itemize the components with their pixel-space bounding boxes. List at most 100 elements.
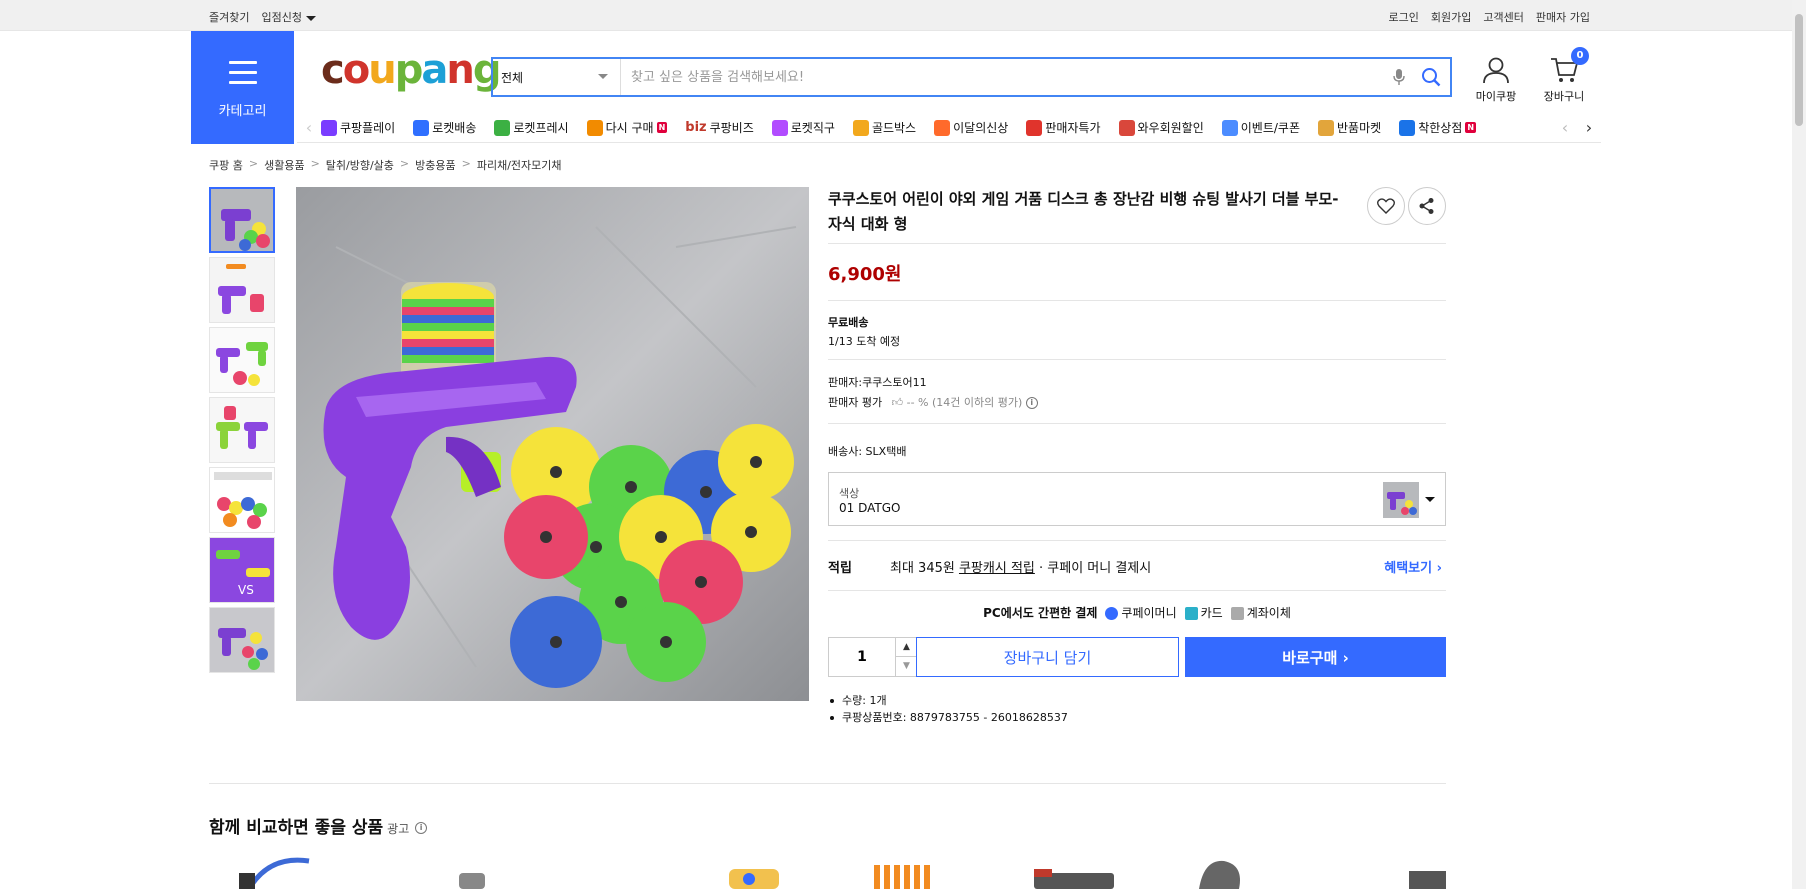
breadcrumb: 쿠팡 홈 > 생활용품 > 탈취/방향/살충 > 방충용품 > 파리채/전자모기채	[209, 157, 562, 173]
shortcut-label: 이달의신상	[953, 121, 1009, 135]
shortcut-nav: ‹ 쿠팡플레이 로켓배송 로켓프레시 다시 구매 Nbiz 쿠팡비즈 로켓직구 골드박스 이달의…	[297, 113, 1601, 143]
chevron-down-icon	[598, 74, 608, 79]
product-thumbnail[interactable]	[209, 467, 275, 533]
wishlist-button[interactable]	[1367, 187, 1405, 225]
coupang-logo[interactable]: coupang	[321, 50, 501, 90]
quantity-input[interactable]	[829, 638, 895, 676]
product-thumbnail[interactable]	[209, 327, 275, 393]
shortcut-rocket[interactable]: 로켓배송	[413, 119, 476, 136]
shortcut-seller-deal[interactable]: 판매자특가	[1026, 119, 1101, 136]
chevron-left-icon[interactable]: ‹	[297, 118, 321, 137]
new-badge: N	[656, 122, 668, 133]
coupang-cash-link[interactable]: 쿠팡캐시 적립	[959, 561, 1035, 576]
signup-link[interactable]: 회원가입	[1431, 9, 1471, 25]
user-icon	[1483, 57, 1509, 84]
top-right-links: 로그인 회원가입 고객센터 판매자 가입	[1389, 9, 1590, 25]
option-value: 01 DATGO	[839, 501, 901, 515]
microphone-icon[interactable]	[1386, 68, 1412, 86]
shortcut-label: 쿠팡비즈	[709, 121, 754, 135]
chevron-right-icon[interactable]: ›	[1577, 118, 1601, 137]
search-input[interactable]	[621, 59, 1386, 95]
shortcut-label: 반품마켓	[1337, 121, 1382, 135]
shortcut-global-rocket[interactable]: 로켓직구	[771, 119, 835, 136]
bank-icon	[1230, 607, 1244, 620]
quantity-down-icon[interactable]: ▼	[896, 657, 917, 676]
category-label: 카테고리	[218, 104, 267, 119]
chevron-down-icon	[1425, 497, 1435, 502]
svg-text:VS: VS	[238, 583, 254, 597]
seller-apply-label: 입점신청	[261, 11, 302, 24]
pay-method-label: 계좌이체	[1246, 606, 1291, 620]
search-scope-select[interactable]: 전체	[493, 59, 621, 95]
mypage-button[interactable]: 마이쿠팡	[1470, 55, 1522, 104]
return-market-icon	[1318, 119, 1335, 136]
shortcut-return-market[interactable]: 반품마켓	[1318, 119, 1381, 136]
benefit-more-link[interactable]: 혜택보기 ›	[1384, 557, 1442, 576]
breadcrumb-home[interactable]: 쿠팡 홈	[209, 157, 243, 173]
shortcut-play[interactable]: 쿠팡플레이	[321, 119, 395, 136]
customer-center-link[interactable]: 고객센터	[1483, 9, 1523, 25]
seller-rating-value: -- % (14건 이하의 평가)	[906, 396, 1023, 409]
product-thumbnail[interactable]: VS	[209, 537, 275, 603]
new-arrival-icon	[934, 119, 951, 136]
breadcrumb-item[interactable]: 방충용품	[415, 157, 455, 173]
shortcut-new-arrival[interactable]: 이달의신상	[934, 119, 1008, 136]
breadcrumb-item[interactable]: 생활용품	[264, 157, 304, 173]
shortcut-label: 골드박스	[871, 121, 917, 135]
shortcut-label: 착한상점	[1418, 121, 1463, 135]
pay-method-bank: 계좌이체	[1230, 604, 1291, 621]
share-button[interactable]	[1408, 187, 1446, 225]
shortcut-wow[interactable]: 와우회원할인	[1118, 119, 1204, 136]
rocket-icon	[413, 119, 430, 136]
seller-name[interactable]: 판매자:쿠쿠스토어11	[828, 374, 927, 390]
detail-quantity: 수량: 1개	[828, 692, 1068, 709]
shortcut-good-store[interactable]: 착한상점 N	[1399, 119, 1477, 136]
page-scrollbar[interactable]	[1792, 0, 1806, 889]
shortcut-biz[interactable]: biz 쿠팡비즈	[685, 119, 754, 136]
thumbnail-list: VS	[209, 187, 275, 677]
caret-down-icon	[305, 15, 316, 21]
scrollbar-thumb[interactable]	[1795, 14, 1803, 126]
compare-title: 함께 비교하면 좋을 상품	[209, 818, 384, 838]
quantity-spinner: ▲ ▼	[895, 638, 917, 676]
cart-button[interactable]: 장바구니 0	[1538, 47, 1590, 104]
product-thumbnail[interactable]	[209, 607, 275, 673]
breadcrumb-item[interactable]: 탈취/방향/살충	[326, 157, 394, 173]
add-to-cart-button[interactable]: 장바구니 담기	[916, 637, 1179, 677]
product-thumbnail[interactable]	[209, 187, 275, 253]
good-store-icon	[1399, 119, 1416, 136]
product-thumbnail[interactable]	[209, 257, 275, 323]
chevron-left-icon[interactable]: ‹	[1553, 118, 1577, 137]
related-products-strip	[209, 855, 1446, 889]
card-icon	[1184, 607, 1198, 620]
product-main-image[interactable]	[296, 187, 809, 701]
shortcut-repurchase[interactable]: 다시 구매 N	[586, 119, 668, 136]
pay-method-card: 카드	[1184, 604, 1223, 621]
color-option-select[interactable]: 색상 01 DATGO	[828, 472, 1446, 526]
goldbox-icon	[852, 119, 869, 136]
biz-icon: biz	[685, 120, 707, 135]
top-left-links: 즐겨찾기 입점신청	[209, 9, 316, 25]
bookmark-link[interactable]: 즐겨찾기	[209, 9, 249, 25]
shortcut-goldbox[interactable]: 골드박스	[852, 119, 917, 136]
search-icon[interactable]	[1412, 67, 1450, 87]
product-thumbnail[interactable]	[209, 397, 275, 463]
info-icon[interactable]: i	[415, 822, 428, 834]
login-link[interactable]: 로그인	[1389, 9, 1419, 25]
info-icon[interactable]: i	[1025, 397, 1038, 409]
option-thumbnail	[1383, 482, 1419, 518]
mypage-label: 마이쿠팡	[1475, 90, 1517, 103]
category-menu-button[interactable]: 카테고리	[191, 31, 294, 144]
shortcut-label: 로켓프레시	[513, 121, 569, 135]
shipping-eta: 1/13 도착 예정	[828, 335, 901, 348]
shortcut-coupon[interactable]: 이벤트/쿠폰	[1221, 119, 1300, 136]
seller-apply-link[interactable]: 입점신청	[261, 9, 316, 25]
shortcut-rocket-fresh[interactable]: 로켓프레시	[494, 119, 569, 136]
quantity-up-icon[interactable]: ▲	[896, 638, 917, 657]
shortcut-label: 판매자특가	[1045, 121, 1101, 135]
seller-signup-link[interactable]: 판매자 가입	[1536, 9, 1590, 25]
buy-now-button[interactable]: 바로구매 ›	[1185, 637, 1446, 677]
shortcut-label: 다시 구매	[605, 121, 654, 135]
breadcrumb-item[interactable]: 파리채/전자모기채	[477, 157, 562, 173]
benefit-more-label: 혜택보기	[1384, 561, 1433, 576]
